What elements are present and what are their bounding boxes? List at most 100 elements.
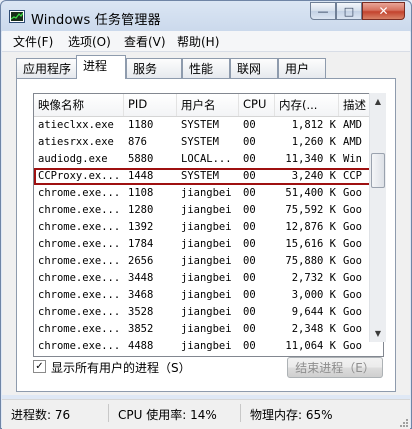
tab-processes[interactable]: 进程 — [76, 55, 126, 79]
cell-cpu: 00 — [243, 289, 256, 301]
cell-memory: 15,616 K — [285, 238, 336, 250]
cell-image-name: atiesrxx.exe — [38, 136, 114, 148]
cell-cpu: 00 — [243, 187, 256, 199]
table-row[interactable]: chrome.exe... 1392 jiangbei 00 12,876 K Goo — [34, 219, 383, 236]
cell-cpu: 00 — [243, 272, 256, 284]
cell-memory: 3,240 K — [291, 170, 336, 182]
status-bar: 进程数: 76 CPU 使用率: 14% 物理内存: 65% — [2, 399, 410, 429]
cell-pid: 5880 — [128, 153, 154, 165]
table-row[interactable]: chrome.exe... 1280 jiangbei 00 75,592 K Goo — [34, 202, 383, 219]
menu-help[interactable]: 帮助(H) — [177, 33, 219, 50]
vertical-scrollbar[interactable]: ▲ ▼ — [369, 93, 386, 342]
table-row[interactable]: chrome.exe... 4488 jiangbei 00 11,064 K Goo — [34, 338, 383, 355]
process-rows: atieclxx.exe 1180 SYSTEM 00 1,812 K AMD atiesr… — [34, 117, 383, 355]
column-user-name[interactable]: 用户名 — [177, 94, 239, 116]
process-list[interactable]: 映像名称 PID 用户名 CPU 内存(... 描述 atieclxx.exe 1… — [33, 93, 384, 357]
cell-cpu: 00 — [243, 306, 256, 318]
cell-image-name: atieclxx.exe — [38, 119, 114, 131]
cell-user-name: jiangbei — [181, 340, 232, 352]
cell-memory: 75,592 K — [285, 204, 336, 216]
column-image-name[interactable]: 映像名称 — [34, 94, 124, 116]
minimize-button[interactable]: — — [310, 2, 336, 20]
cell-image-name: chrome.exe... — [38, 323, 121, 335]
menu-view[interactable]: 查看(V) — [124, 33, 166, 50]
scrollbar-thumb[interactable] — [371, 153, 385, 188]
cell-image-name: audiodg.exe — [38, 153, 108, 165]
column-cpu[interactable]: CPU — [239, 94, 275, 116]
scroll-down-arrow-icon[interactable]: ▼ — [370, 325, 386, 342]
table-row[interactable]: chrome.exe... 3852 jiangbei 00 2,348 K Goo — [34, 321, 383, 338]
cell-memory: 12,876 K — [285, 221, 336, 233]
cell-memory: 75,880 K — [285, 255, 336, 267]
cell-user-name: LOCAL... — [181, 153, 232, 165]
cell-user-name: SYSTEM — [181, 170, 219, 182]
table-row[interactable]: chrome.exe... 3528 jiangbei 00 9,644 K Goo — [34, 304, 383, 321]
cell-image-name: CCProxy.ex... — [38, 170, 121, 182]
cell-image-name: chrome.exe... — [38, 238, 121, 250]
end-process-button[interactable]: 结束进程（E） — [287, 357, 383, 378]
cell-user-name: jiangbei — [181, 238, 232, 250]
table-row[interactable]: audiodg.exe 5880 LOCAL... 00 11,340 K Win — [34, 151, 383, 168]
client-area: 应用程序 进程 服务 性能 联网 用户 映像名称 PID 用户名 CPU 内存(… — [2, 52, 410, 395]
menu-options[interactable]: 选项(O) — [68, 33, 111, 50]
cell-image-name: chrome.exe... — [38, 289, 121, 301]
table-row[interactable]: chrome.exe... 3468 jiangbei 00 3,000 K Goo — [34, 287, 383, 304]
table-row-selected[interactable]: CCProxy.ex... 1448 SYSTEM 00 3,240 K CCP — [34, 168, 383, 185]
menu-file[interactable]: 文件(F) — [13, 33, 53, 50]
cell-pid: 3852 — [128, 323, 154, 335]
column-pid[interactable]: PID — [124, 94, 177, 116]
cell-memory: 51,400 K — [285, 187, 336, 199]
cell-user-name: jiangbei — [181, 255, 232, 267]
tab-services[interactable]: 服务 — [126, 58, 182, 78]
cell-pid: 1784 — [128, 238, 154, 250]
resize-grip-icon[interactable] — [398, 417, 408, 427]
cell-image-name: chrome.exe... — [38, 306, 121, 318]
task-manager-window: Windows 任务管理器 — □ ✕ 文件(F) 选项(O) 查看(V) 帮助… — [0, 0, 412, 429]
cell-cpu: 00 — [243, 153, 256, 165]
status-divider — [108, 404, 109, 422]
show-all-users-label[interactable]: 显示所有用户的进程（S） — [51, 359, 191, 376]
tab-networking[interactable]: 联网 — [230, 58, 278, 78]
processes-panel: 映像名称 PID 用户名 CPU 内存(... 描述 atieclxx.exe 1… — [16, 78, 396, 392]
cell-memory: 2,732 K — [291, 272, 336, 284]
cell-user-name: jiangbei — [181, 187, 232, 199]
close-button[interactable]: ✕ — [362, 2, 405, 20]
cell-memory: 2,348 K — [291, 323, 336, 335]
checkmark-icon: ✓ — [35, 361, 44, 372]
table-row[interactable]: chrome.exe... 1784 jiangbei 00 15,616 K Goo — [34, 236, 383, 253]
maximize-button[interactable]: □ — [336, 2, 362, 20]
status-cpu-usage: CPU 使用率: 14% — [118, 408, 217, 422]
table-row[interactable]: atieclxx.exe 1180 SYSTEM 00 1,812 K AMD — [34, 117, 383, 134]
status-process-count: 进程数: 76 — [11, 408, 71, 422]
cell-memory: 1,812 K — [291, 119, 336, 131]
table-row[interactable]: chrome.exe... 2656 jiangbei 00 75,880 K Goo — [34, 253, 383, 270]
scroll-up-arrow-icon[interactable]: ▲ — [370, 93, 386, 110]
status-physical-memory: 物理内存: 65% — [250, 408, 333, 422]
cell-pid: 1392 — [128, 221, 154, 233]
cell-user-name: SYSTEM — [181, 119, 219, 131]
cell-memory: 1,260 K — [291, 136, 336, 148]
show-all-users-checkbox[interactable]: ✓ — [33, 360, 46, 373]
cell-cpu: 00 — [243, 119, 256, 131]
status-divider — [240, 404, 241, 422]
cell-pid: 1108 — [128, 187, 154, 199]
table-row[interactable]: chrome.exe... 3448 jiangbei 00 2,732 K Goo — [34, 270, 383, 287]
cell-cpu: 00 — [243, 340, 256, 352]
cell-image-name: chrome.exe... — [38, 340, 121, 352]
cell-cpu: 00 — [243, 136, 256, 148]
column-memory[interactable]: 内存(... — [275, 94, 339, 116]
tab-users[interactable]: 用户 — [278, 58, 326, 78]
cell-memory: 3,000 K — [291, 289, 336, 301]
tab-applications[interactable]: 应用程序 — [16, 58, 78, 78]
tab-performance[interactable]: 性能 — [182, 58, 230, 78]
window-title: Windows 任务管理器 — [31, 13, 161, 28]
title-bar[interactable]: Windows 任务管理器 — □ ✕ — [1, 1, 411, 31]
task-manager-icon — [9, 10, 25, 23]
cell-image-name: chrome.exe... — [38, 221, 121, 233]
table-row[interactable]: chrome.exe... 1108 jiangbei 00 51,400 K Goo — [34, 185, 383, 202]
cell-memory: 11,340 K — [285, 153, 336, 165]
cell-pid: 876 — [128, 136, 147, 148]
table-row[interactable]: atiesrxx.exe 876 SYSTEM 00 1,260 K AMD — [34, 134, 383, 151]
cell-image-name: chrome.exe... — [38, 272, 121, 284]
process-list-header: 映像名称 PID 用户名 CPU 内存(... 描述 — [34, 94, 383, 117]
